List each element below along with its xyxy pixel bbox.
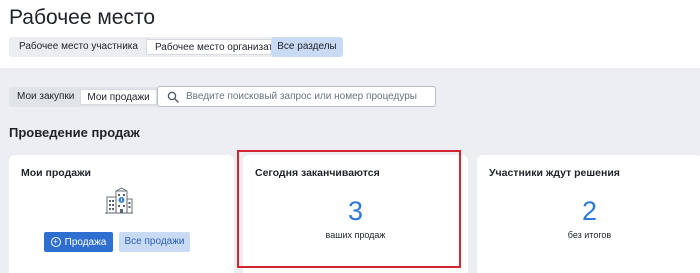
my-sales-card: Мои продажи + Продажа Все продажи — [9, 155, 234, 273]
all-sales-button[interactable]: Все продажи — [119, 232, 190, 252]
awaiting-decision-count: 2 — [581, 196, 598, 226]
card-title: Участники ждут решения — [489, 167, 620, 179]
card-title: Сегодня заканчиваются — [255, 167, 380, 179]
main-area: Мои закупки Мои продажи Введите поисковы… — [0, 68, 700, 273]
workspace-tabs: Рабочее место участника Рабочее место ор… — [9, 37, 301, 57]
ending-today-count: 3 — [347, 196, 364, 226]
tab-my-purchases[interactable]: Мои закупки — [11, 89, 80, 105]
new-sale-label: Продажа — [64, 236, 107, 248]
tab-participant-workspace[interactable]: Рабочее место участника — [11, 39, 146, 55]
awaiting-decision-card[interactable]: Участники ждут решения 2 без итогов — [477, 155, 700, 273]
top-header: Рабочее место Рабочее место участника Ра… — [0, 0, 700, 68]
plus-circle-icon: + — [50, 237, 61, 247]
new-sale-button[interactable]: + Продажа — [44, 232, 113, 252]
search-input[interactable]: Введите поисковый запрос или номер проце… — [157, 86, 436, 107]
all-sections-button[interactable]: Все разделы — [271, 37, 343, 57]
search-icon — [167, 91, 179, 103]
page-title: Рабочее место — [9, 6, 156, 29]
building-icon — [105, 187, 133, 214]
ending-today-card[interactable]: Сегодня заканчиваются 3 ваших продаж — [243, 155, 468, 273]
mode-tabs: Мои закупки Мои продажи — [9, 87, 159, 107]
ending-today-caption: ваших продаж — [325, 230, 386, 240]
card-title: Мои продажи — [21, 167, 91, 179]
section-title: Проведение продаж — [9, 125, 140, 140]
tab-my-sales[interactable]: Мои продажи — [80, 89, 157, 105]
search-placeholder: Введите поисковый запрос или номер проце… — [186, 91, 417, 102]
awaiting-decision-caption: без итогов — [567, 230, 612, 240]
